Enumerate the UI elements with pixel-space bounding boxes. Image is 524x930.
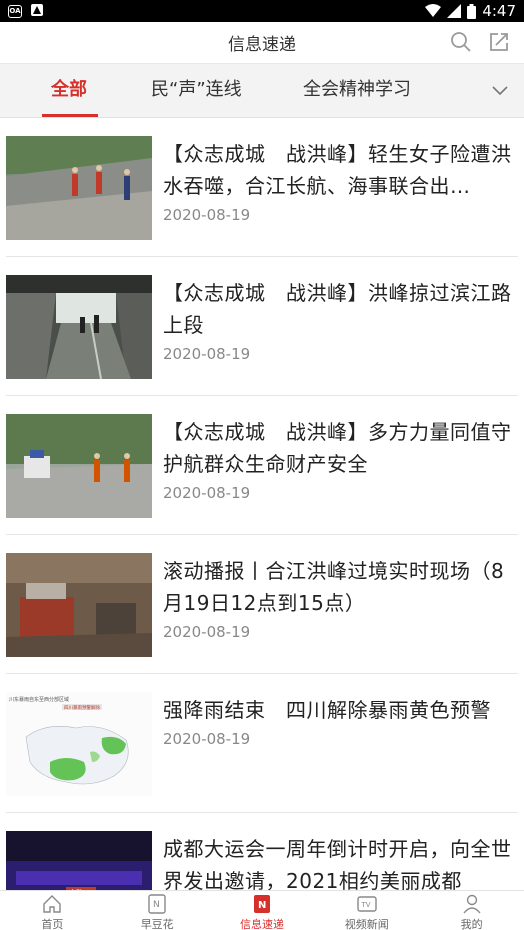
news-title[interactable]: 【众志成城 战洪峰】洪峰掠过滨江路上段 (163, 277, 513, 341)
status-time: 4:47 (482, 2, 516, 20)
nav-mine[interactable]: 我的 (419, 891, 524, 930)
battery-icon (467, 3, 477, 19)
news-item[interactable]: 滚动播报丨合江洪峰过境实时现场（8月19日12点到15点） 2020-08-19 (0, 535, 524, 674)
news-date: 2020-08-19 (163, 730, 251, 748)
news-date: 2020-08-19 (163, 623, 251, 641)
nav-zaodouhua[interactable]: N 早豆花 (105, 891, 210, 930)
home-icon (41, 893, 63, 915)
share-icon[interactable] (488, 31, 510, 53)
signal-icon (447, 4, 462, 18)
news-title[interactable]: 【众志成城 战洪峰】轻生女子险遭洪水吞噬，合江长航、海事联合出… (163, 138, 513, 202)
news-item[interactable]: 【众志成城 战洪峰】轻生女子险遭洪水吞噬，合江长航、海事联合出… 2020-08… (0, 118, 524, 257)
news-thumbnail (6, 414, 152, 518)
nav-label: 信息速递 (239, 918, 284, 930)
tv-icon: TV (356, 893, 378, 915)
svg-text:N: N (153, 900, 160, 910)
news-date: 2020-08-19 (163, 345, 251, 363)
user-icon (461, 893, 483, 915)
nav-label: 早豆花 (140, 918, 174, 930)
chevron-down-icon[interactable] (490, 80, 510, 100)
svg-text:TV: TV (360, 901, 370, 909)
category-tabs: 全部 民“声”连线 全会精神学习 (0, 64, 524, 118)
svg-text:N: N (258, 900, 266, 911)
map-title: 四川暴雨预警解除 (64, 704, 100, 711)
news-thumbnail (6, 136, 152, 240)
app-notification-icon: OA (8, 4, 22, 18)
nav-label: 我的 (460, 918, 483, 930)
app-header: 信息速递 (0, 22, 524, 64)
tab-plenary-study[interactable]: 全会精神学习 (303, 64, 411, 118)
news-n-icon: N (251, 893, 273, 915)
newspaper-icon: N (146, 893, 168, 915)
news-title[interactable]: 【众志成城 战洪峰】多方力量同值守 护航群众生命财产安全 (163, 416, 513, 480)
bottom-navigation: 首页 N 早豆花 N 信息速递 TV 视频新闻 我的 (0, 890, 524, 930)
news-thumbnail (6, 553, 152, 657)
news-date: 2020-08-19 (163, 206, 251, 224)
nav-news-express[interactable]: N 信息速递 (210, 891, 315, 930)
news-thumbnail (6, 275, 152, 379)
wifi-icon (425, 4, 442, 18)
news-item[interactable]: 【众志成城 战洪峰】洪峰掠过滨江路上段 2020-08-19 (0, 257, 524, 396)
nav-label: 首页 (41, 918, 64, 930)
status-bar: OA 4:47 (0, 0, 524, 22)
news-item[interactable]: 【众志成城 战洪峰】多方力量同值守 护航群众生命财产安全 2020-08-19 (0, 396, 524, 535)
nav-label: 视频新闻 (344, 918, 389, 930)
nav-home[interactable]: 首页 (0, 891, 105, 930)
news-title[interactable]: 滚动播报丨合江洪峰过境实时现场（8月19日12点到15点） (163, 555, 513, 619)
news-title[interactable]: 强降雨结束 四川解除暴雨黄色预警 (163, 694, 513, 726)
map-caption: 川东暴雨自东至西分部区域 (9, 696, 69, 703)
active-tab-indicator (42, 114, 98, 117)
news-title[interactable]: 成都大运会一周年倒计时开启，向全世界发出邀请，2021相约美丽成都 (163, 833, 513, 897)
page-title: 信息速递 (228, 35, 296, 55)
news-item[interactable]: 川东暴雨自东至西分部区域 四川暴雨预警解除 强降雨结束 四川解除暴雨黄色预警 2… (0, 674, 524, 813)
nav-video-news[interactable]: TV 视频新闻 (314, 891, 419, 930)
news-date: 2020-08-19 (163, 484, 251, 502)
search-icon[interactable] (450, 31, 472, 53)
tab-all[interactable]: 全部 (51, 64, 87, 118)
download-notification-icon (30, 2, 44, 21)
tab-public-voice[interactable]: 民“声”连线 (151, 64, 242, 118)
news-thumbnail: 川东暴雨自东至西分部区域 四川暴雨预警解除 (6, 692, 152, 796)
